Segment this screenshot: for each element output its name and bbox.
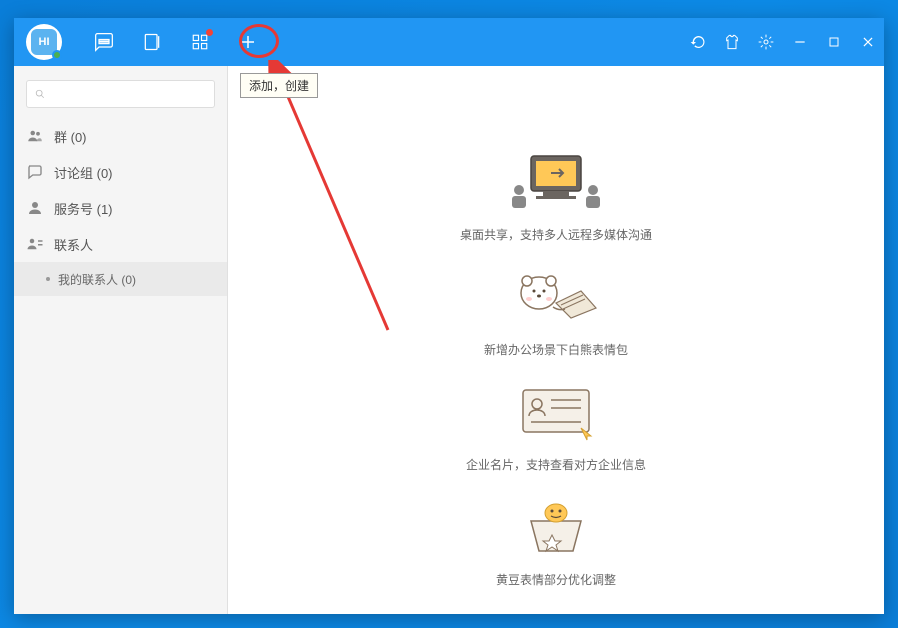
feature-illustration xyxy=(501,148,611,218)
maximize-button[interactable] xyxy=(826,34,842,50)
service-icon xyxy=(26,199,44,217)
contacts-list-icon xyxy=(26,235,44,253)
sidebar-sublabel: 我的联系人 (0) xyxy=(58,271,136,288)
settings-icon[interactable] xyxy=(758,34,774,50)
content-area: 群 (0) 讨论组 (0) 服务号 (1) 联系人 我的联系人 (0) xyxy=(14,66,884,614)
sidebar-label: 群 (0) xyxy=(54,127,87,146)
feature-text: 桌面共享，支持多人远程多媒体沟通 xyxy=(460,226,652,243)
feature-text: 企业名片，支持查看对方企业信息 xyxy=(466,456,646,473)
search-input[interactable] xyxy=(51,87,206,101)
status-dot xyxy=(52,50,62,60)
sidebar: 群 (0) 讨论组 (0) 服务号 (1) 联系人 我的联系人 (0) xyxy=(14,66,228,614)
feature-bear-sticker: 新增办公场景下白熊表情包 xyxy=(484,263,628,358)
sidebar-item-service[interactable]: 服务号 (1) xyxy=(14,190,227,226)
skin-icon[interactable] xyxy=(724,34,740,50)
discussion-icon xyxy=(26,163,44,181)
feature-illustration xyxy=(501,263,611,333)
app-logo[interactable]: HI xyxy=(26,24,62,60)
toolbar xyxy=(94,32,258,52)
feature-business-card: 企业名片，支持查看对方企业信息 xyxy=(466,378,646,473)
group-icon xyxy=(26,127,44,145)
feature-screen-share: 桌面共享，支持多人远程多媒体沟通 xyxy=(460,148,652,243)
feature-emoji: 黄豆表情部分优化调整 xyxy=(496,493,616,588)
apps-icon[interactable] xyxy=(190,32,210,52)
sidebar-subitem-my-contacts[interactable]: 我的联系人 (0) xyxy=(14,262,227,296)
sidebar-label: 服务号 (1) xyxy=(54,199,113,218)
minimize-button[interactable] xyxy=(792,34,808,50)
notification-badge xyxy=(206,29,213,36)
feature-text: 黄豆表情部分优化调整 xyxy=(496,571,616,588)
history-icon[interactable] xyxy=(690,34,706,50)
sidebar-label: 讨论组 (0) xyxy=(54,163,113,182)
add-tooltip: 添加，创建 xyxy=(240,73,318,98)
window-controls xyxy=(690,34,876,50)
bullet-icon xyxy=(46,277,50,281)
search-icon xyxy=(35,87,45,101)
search-box[interactable] xyxy=(26,80,215,108)
app-window: HI xyxy=(14,18,884,614)
close-button[interactable] xyxy=(860,34,876,50)
feature-illustration xyxy=(501,378,611,448)
sidebar-item-contacts[interactable]: 联系人 xyxy=(14,226,227,262)
add-icon[interactable] xyxy=(238,32,258,52)
sidebar-label: 联系人 xyxy=(54,235,93,254)
sidebar-item-discussion[interactable]: 讨论组 (0) xyxy=(14,154,227,190)
feature-illustration xyxy=(501,493,611,563)
titlebar: HI xyxy=(14,18,884,66)
main-panel: 桌面共享，支持多人远程多媒体沟通 xyxy=(228,66,884,614)
feature-text: 新增办公场景下白熊表情包 xyxy=(484,341,628,358)
contacts-icon[interactable] xyxy=(142,32,162,52)
sidebar-item-groups[interactable]: 群 (0) xyxy=(14,118,227,154)
messages-icon[interactable] xyxy=(94,32,114,52)
